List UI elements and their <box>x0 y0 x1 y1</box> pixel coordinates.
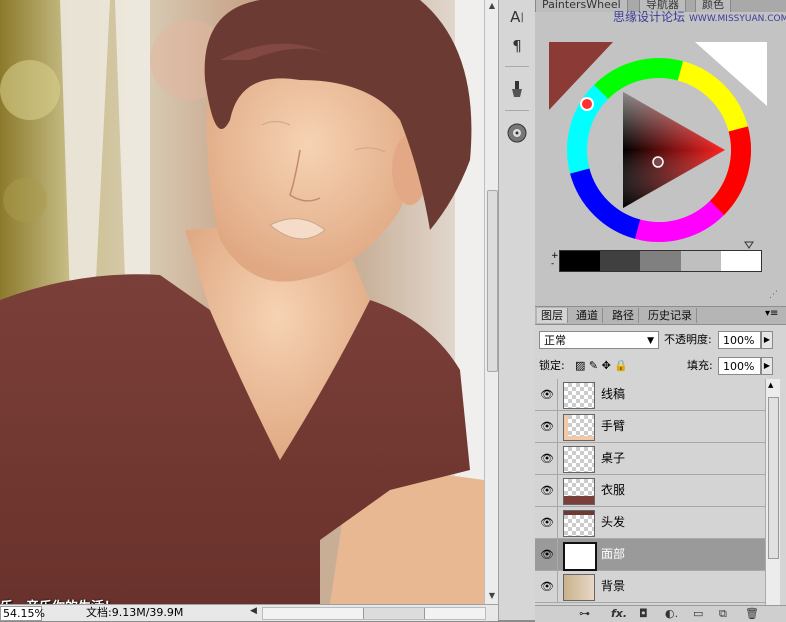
link-icon[interactable]: ⊶ <box>579 606 590 621</box>
opacity-input[interactable]: 100% <box>718 331 761 349</box>
layer-name: 面部 <box>601 547 626 561</box>
fill-label: 填充: <box>687 359 713 372</box>
adjustment-icon[interactable]: ◐. <box>665 606 678 621</box>
eye-icon[interactable]: 👁 <box>537 443 558 474</box>
lock-position-icon[interactable]: ✥ <box>602 359 611 372</box>
lock-icons: ▨ ✎ ✥ 🔒 <box>575 357 628 375</box>
fx-icon[interactable]: fx. <box>611 606 627 621</box>
layer-thumbnail <box>563 542 597 571</box>
layer-name: 线稿 <box>601 387 626 401</box>
eye-icon[interactable]: 👁 <box>537 539 558 570</box>
layer-row-hair[interactable]: 👁 头发 <box>535 507 765 539</box>
status-bar: 54.15% 文档:9.13M/39.9M ◀ <box>0 604 498 621</box>
scroll-up-arrow-icon[interactable]: ▲ <box>486 0 498 12</box>
layers-panel-tabs: 图层 通道 路径 历史记录 ▾≡ <box>535 307 786 325</box>
color-wheel-area[interactable] <box>535 20 786 250</box>
lock-image-pixels-icon[interactable]: ✎ <box>589 359 598 372</box>
swatch-add-remove-icon[interactable]: + - <box>551 252 559 269</box>
layer-thumbnail <box>563 382 595 409</box>
brush-tool-icon[interactable] <box>504 76 530 102</box>
fill-input[interactable]: 100% <box>718 357 761 375</box>
layer-row-face[interactable]: 👁 面部 <box>535 539 765 571</box>
hue-picker-handle[interactable] <box>580 97 594 111</box>
eye-icon[interactable]: 👁 <box>537 571 558 602</box>
vertical-scroll-thumb[interactable] <box>487 190 498 372</box>
layers-panel: 图层 通道 路径 历史记录 ▾≡ 正常 ▼ 不透明度: 100% ▶ 锁定: ▨… <box>535 306 786 622</box>
opacity-slider-button[interactable]: ▶ <box>761 331 773 349</box>
layer-list-scrollbar[interactable]: ▲ <box>765 379 780 607</box>
layer-name: 桌子 <box>601 451 626 465</box>
layer-thumbnail <box>563 510 595 537</box>
scroll-down-arrow-icon[interactable]: ▼ <box>486 590 498 602</box>
dock-divider <box>505 110 529 111</box>
opacity-label: 不透明度: <box>664 333 712 346</box>
zoom-level-field[interactable]: 54.15% <box>0 606 45 621</box>
layer-row-lineart[interactable]: 👁 线稿 <box>535 379 765 411</box>
layer-thumbnail <box>563 478 595 505</box>
disc-icon[interactable] <box>504 120 530 146</box>
layer-name: 头发 <box>601 515 626 529</box>
lock-transparent-pixels-icon[interactable]: ▨ <box>575 359 585 372</box>
wheel-options-arrow-icon[interactable] <box>744 241 754 249</box>
layer-name: 衣服 <box>601 483 626 497</box>
eye-icon[interactable]: 👁 <box>537 411 558 442</box>
new-layer-icon[interactable]: ⧉ <box>719 606 727 621</box>
horizontal-scroll-thumb[interactable] <box>363 608 425 619</box>
document-size-info: 文档:9.13M/39.9M <box>86 606 184 619</box>
fill-slider-button[interactable]: ▶ <box>761 357 773 375</box>
panel-menu-icon[interactable]: ▾≡ <box>765 308 778 319</box>
eye-icon[interactable]: 👁 <box>537 507 558 538</box>
layers-bottom-toolbar: ⊶ fx. ◘ ◐. ▭ ⧉ 🗑 <box>535 605 786 622</box>
scroll-up-arrow-icon[interactable]: ▲ <box>768 381 773 389</box>
layer-list: 👁 线稿 👁 手臂 👁 桌子 👁 衣服 👁 头发 👁 面部 👁 背景 <box>535 379 765 607</box>
layer-scroll-thumb[interactable] <box>768 397 779 559</box>
canvas-horizontal-scrollbar[interactable] <box>262 607 486 620</box>
layer-thumbnail <box>563 414 595 441</box>
panel-resize-grip-icon[interactable]: ⋰ <box>769 290 778 300</box>
layer-name: 手臂 <box>601 419 626 433</box>
blend-mode-value: 正常 <box>544 334 566 347</box>
status-menu-arrow-icon[interactable]: ◀ <box>250 606 257 616</box>
eye-icon[interactable]: 👁 <box>537 379 558 410</box>
blend-mode-select[interactable]: 正常 ▼ <box>539 331 659 349</box>
layer-row-table[interactable]: 👁 桌子 <box>535 443 765 475</box>
document-canvas[interactable] <box>0 0 484 604</box>
color-picker-handle[interactable] <box>652 156 664 168</box>
tab-paths[interactable]: 路径 <box>608 308 639 323</box>
tab-history[interactable]: 历史记录 <box>644 308 697 323</box>
layer-thumbnail <box>563 446 595 473</box>
mask-icon[interactable]: ◘ <box>639 606 648 621</box>
group-folder-icon[interactable]: ▭ <box>693 606 703 621</box>
swatch-white[interactable] <box>720 251 762 271</box>
swatch-light-gray[interactable] <box>680 251 721 271</box>
layer-thumbnail <box>563 574 595 601</box>
trash-icon[interactable]: 🗑 <box>745 606 759 621</box>
layer-row-arm[interactable]: 👁 手臂 <box>535 411 765 443</box>
lock-label: 锁定: <box>539 359 565 372</box>
eye-icon[interactable]: 👁 <box>537 475 558 506</box>
tab-channels[interactable]: 通道 <box>572 308 603 323</box>
gray-swatch-bar[interactable] <box>559 250 762 272</box>
canvas-vertical-scrollbar[interactable]: ▲ ▼ <box>484 0 499 604</box>
layer-row-background[interactable]: 👁 背景 <box>535 571 765 603</box>
character-icon[interactable]: A | <box>504 4 530 30</box>
swatch-dark-gray[interactable] <box>600 251 641 271</box>
layer-row-clothes[interactable]: 👁 衣服 <box>535 475 765 507</box>
swatch-gray[interactable] <box>640 251 681 271</box>
painters-wheel-panel: PaintersWheel 导航器 颜色 思缘设计论坛 WWW.MISSYUAN.… <box>535 0 786 306</box>
paragraph-icon[interactable]: ¶ <box>504 33 530 59</box>
dock-divider <box>505 66 529 67</box>
painting-artwork <box>0 0 484 604</box>
swatch-black[interactable] <box>560 251 601 271</box>
layer-name: 背景 <box>601 579 626 593</box>
tab-layers[interactable]: 图层 <box>537 308 568 323</box>
chevron-down-icon: ▼ <box>647 336 654 346</box>
lock-all-icon[interactable]: 🔒 <box>614 359 628 372</box>
panel-dock: A | ¶ <box>498 0 536 620</box>
